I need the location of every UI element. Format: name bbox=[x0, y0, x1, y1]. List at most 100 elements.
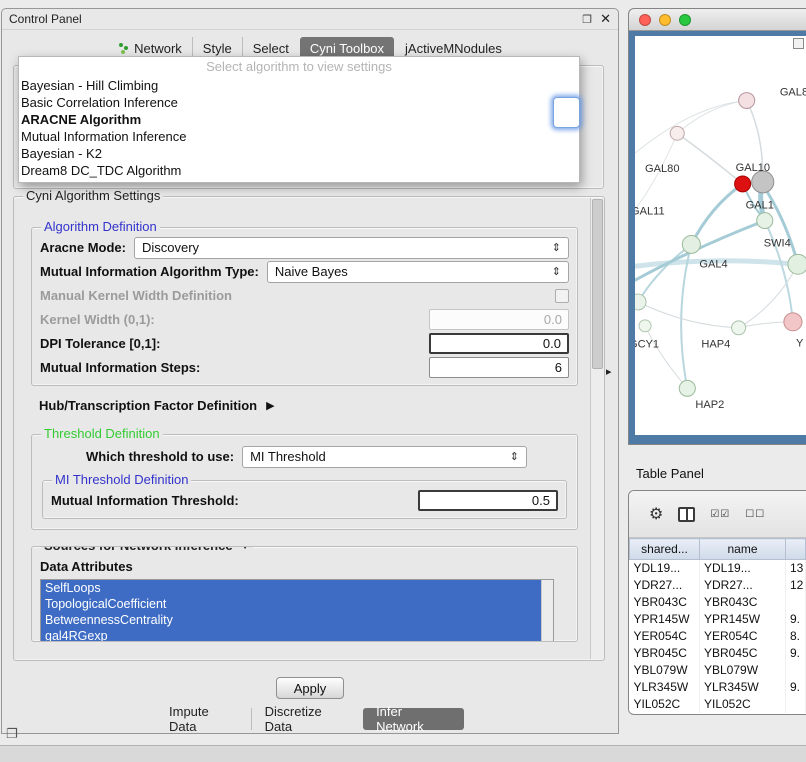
network-node[interactable] bbox=[635, 294, 646, 310]
network-node[interactable] bbox=[679, 380, 695, 396]
network-edge[interactable] bbox=[681, 244, 691, 388]
network-edge[interactable] bbox=[677, 133, 742, 184]
node-label-gal80: GAL80 bbox=[645, 163, 679, 175]
control-panel-titlebar: Control Panel ❐ ✕ bbox=[2, 9, 618, 30]
algorithm-option-bayesian-k2[interactable]: Bayesian - K2 bbox=[19, 145, 579, 162]
network-edge[interactable] bbox=[691, 184, 742, 245]
data-attributes-list[interactable]: SelfLoopsTopologicalCoefficientBetweenne… bbox=[40, 579, 554, 642]
mi-type-value: Naive Bayes bbox=[275, 264, 348, 279]
table-cell: 13 bbox=[786, 560, 806, 577]
network-node[interactable] bbox=[732, 321, 746, 335]
attribute-item-gal4rgexp[interactable]: gal4RGexp bbox=[41, 628, 541, 642]
network-node[interactable] bbox=[752, 171, 774, 193]
table-cell: YDR27... bbox=[630, 577, 700, 594]
table-panel-title: Table Panel bbox=[636, 466, 704, 481]
list-scrollbar[interactable] bbox=[541, 580, 553, 642]
network-node[interactable] bbox=[788, 254, 806, 274]
table-row[interactable]: YBR043CYBR043C bbox=[630, 594, 806, 611]
columns-icon[interactable] bbox=[678, 507, 695, 522]
network-graph[interactable]: GAL8GAL80GAL10GAL11GAL1SWI4GAL4GCY1HAP4Y… bbox=[635, 36, 806, 435]
table-row[interactable]: YDR27...YDR27...12 bbox=[630, 577, 806, 594]
table-cell: YIL052C bbox=[630, 696, 700, 713]
network-node[interactable] bbox=[735, 176, 751, 192]
node-label-hap2: HAP2 bbox=[695, 399, 724, 411]
kernel-width-input[interactable] bbox=[429, 309, 569, 330]
table-row[interactable]: YBR045CYBR045C9. bbox=[630, 645, 806, 662]
zoom-window-button[interactable] bbox=[679, 14, 691, 26]
splitter-collapse-icon[interactable]: ▸ bbox=[606, 365, 612, 378]
mi-threshold-row: Mutual Information Threshold: bbox=[51, 490, 558, 511]
attribute-item-topologicalcoefficient[interactable]: TopologicalCoefficient bbox=[41, 596, 541, 612]
network-edge[interactable] bbox=[638, 302, 739, 328]
table-row[interactable]: YDL19...YDL19...13 bbox=[630, 560, 806, 577]
network-node[interactable] bbox=[670, 126, 684, 140]
table-row[interactable]: YER054CYER054C8. bbox=[630, 628, 806, 645]
scrollbar-thumb[interactable] bbox=[592, 199, 603, 369]
algorithm-option-dream8-dc-tdc-algorithm[interactable]: Dream8 DC_TDC Algorithm bbox=[19, 162, 579, 179]
tab-label: jActiveMNodules bbox=[405, 41, 502, 56]
stepper-icon: ⇕ bbox=[510, 450, 519, 463]
close-window-button[interactable] bbox=[639, 14, 651, 26]
bottom-tab-impute-data[interactable]: Impute Data bbox=[156, 708, 251, 730]
node-label-swi4: SWI4 bbox=[764, 237, 791, 249]
network-node[interactable] bbox=[739, 93, 755, 109]
select-all-columns-icon[interactable]: ☑☑ bbox=[710, 509, 730, 520]
network-node[interactable] bbox=[639, 320, 651, 332]
bottom-tab-infer-network[interactable]: Infer Network bbox=[363, 708, 464, 730]
node-label-hap4: HAP4 bbox=[701, 339, 730, 351]
algorithm-option-mutual-information-inference[interactable]: Mutual Information Inference bbox=[19, 128, 579, 145]
bottom-tab-discretize-data[interactable]: Discretize Data bbox=[251, 708, 363, 730]
which-threshold-select[interactable]: MI Threshold ⇕ bbox=[242, 446, 527, 468]
close-icon[interactable]: ✕ bbox=[600, 11, 611, 27]
column-header-name[interactable]: name bbox=[700, 539, 786, 560]
table-row[interactable]: YIL052CYIL052C bbox=[630, 696, 806, 713]
table-row[interactable]: YPR145WYPR145W9. bbox=[630, 611, 806, 628]
deselect-all-columns-icon[interactable]: ☐☐ bbox=[745, 509, 765, 520]
table-row[interactable]: YBL079WYBL079W bbox=[630, 662, 806, 679]
algorithm-option-aracne-algorithm[interactable]: ARACNE Algorithm bbox=[19, 111, 579, 128]
settings-scrollbar[interactable] bbox=[590, 198, 604, 659]
network-node[interactable] bbox=[682, 236, 700, 254]
mi-type-select[interactable]: Naive Bayes ⇕ bbox=[267, 261, 569, 283]
table-row[interactable]: YLR345WYLR345W9. bbox=[630, 679, 806, 696]
apply-button[interactable]: Apply bbox=[276, 677, 344, 699]
column-header-blank[interactable] bbox=[786, 539, 806, 560]
mi-threshold-input[interactable] bbox=[418, 490, 558, 511]
manual-kernel-row: Manual Kernel Width Definition bbox=[40, 285, 569, 306]
aracne-mode-select[interactable]: Discovery ⇕ bbox=[134, 237, 569, 259]
table-cell: YER054C bbox=[700, 628, 786, 645]
which-threshold-label: Which threshold to use: bbox=[86, 449, 234, 464]
table-cell bbox=[786, 662, 806, 679]
attribute-item-betweennesscentrality[interactable]: BetweennessCentrality bbox=[41, 612, 541, 628]
network-node[interactable] bbox=[757, 213, 773, 229]
dpi-tolerance-input[interactable] bbox=[429, 333, 569, 354]
mi-steps-input[interactable] bbox=[429, 357, 569, 378]
table-cell: YIL052C bbox=[700, 696, 786, 713]
manual-kernel-checkbox[interactable] bbox=[555, 289, 569, 303]
node-label-gcy1: GCY1 bbox=[635, 339, 659, 351]
float-window-icon[interactable]: ❐ bbox=[582, 13, 592, 26]
network-window-titlebar[interactable] bbox=[629, 9, 806, 31]
hub-definition-section[interactable]: Hub/Transcription Factor Definition ▶ bbox=[39, 396, 578, 414]
algorithm-option-list: Bayesian - Hill ClimbingBasic Correlatio… bbox=[19, 77, 579, 179]
tab-label: Network bbox=[134, 41, 182, 56]
attribute-item-selfloops[interactable]: SelfLoops bbox=[41, 580, 541, 596]
network-node[interactable] bbox=[784, 313, 802, 331]
birdseye-toggle[interactable] bbox=[793, 38, 804, 49]
network-edge[interactable] bbox=[635, 101, 747, 154]
minimize-window-button[interactable] bbox=[659, 14, 671, 26]
algorithm-placeholder: Select algorithm to view settings bbox=[19, 57, 579, 77]
table-header-row: shared...name bbox=[630, 539, 806, 560]
table-panel-window: ⚙ ☑☑ ☐☐ shared...name YDL19...YDL19...13… bbox=[628, 490, 806, 715]
docked-panel-icon[interactable]: ❐ bbox=[6, 726, 18, 742]
stepper-icon: ⇕ bbox=[552, 241, 561, 254]
column-header-shared[interactable]: shared... bbox=[630, 539, 700, 560]
sources-title[interactable]: Sources for Network Inference ▼ bbox=[41, 546, 253, 554]
table-cell: YPR145W bbox=[630, 611, 700, 628]
table-cell: YPR145W bbox=[700, 611, 786, 628]
gear-icon[interactable]: ⚙ bbox=[649, 504, 663, 524]
algorithm-option-bayesian-hill-climbing[interactable]: Bayesian - Hill Climbing bbox=[19, 77, 579, 94]
network-canvas[interactable]: GAL8GAL80GAL10GAL11GAL1SWI4GAL4GCY1HAP4Y… bbox=[635, 36, 806, 435]
network-edge[interactable] bbox=[677, 101, 746, 134]
algorithm-option-basic-correlation-inference[interactable]: Basic Correlation Inference bbox=[19, 94, 579, 111]
